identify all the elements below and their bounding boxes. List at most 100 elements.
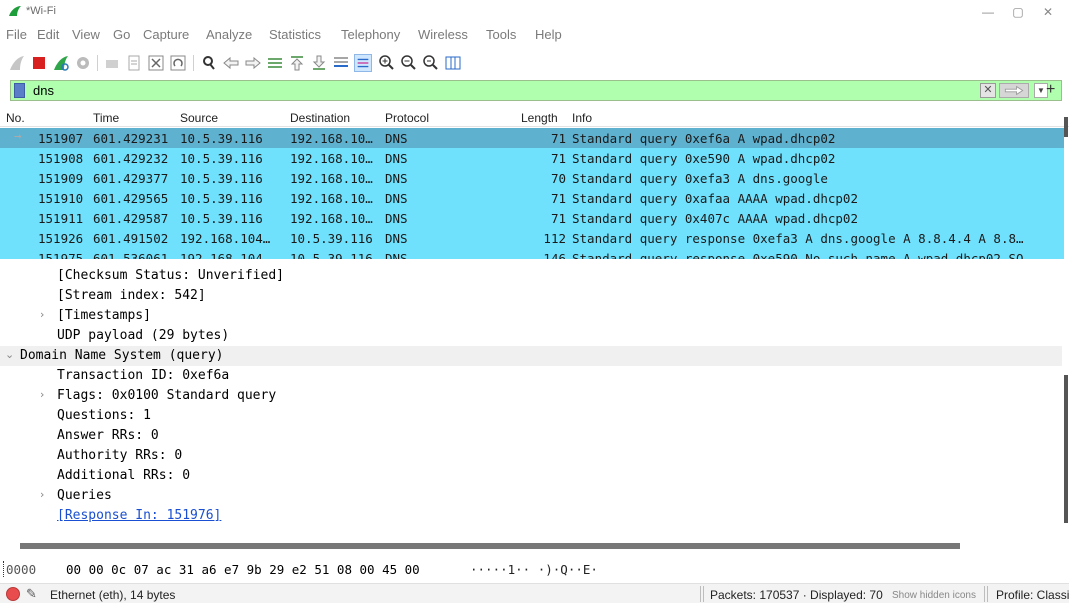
cell-protocol: DNS	[385, 211, 408, 226]
menu-telephony[interactable]: Telephony	[341, 27, 400, 42]
column-header-destination[interactable]: Destination	[290, 111, 350, 125]
menu-tools[interactable]: Tools	[486, 27, 516, 42]
autoscroll-icon[interactable]	[332, 54, 350, 72]
chevron-right-icon[interactable]: ›	[40, 488, 44, 501]
cell-protocol: DNS	[385, 151, 408, 166]
detail-text: [Stream index: 542]	[57, 288, 206, 303]
response-in-link[interactable]: [Response In: 151976]	[57, 508, 221, 523]
cell-no: 151926	[38, 231, 84, 246]
packet-list-scrollbar[interactable]	[1064, 117, 1068, 137]
detail-line[interactable]: Questions: 1	[0, 406, 1062, 426]
chevron-right-icon[interactable]: ›	[40, 388, 44, 401]
menu-help[interactable]: Help	[535, 27, 562, 42]
go-first-packet-icon[interactable]	[288, 54, 306, 72]
detail-line[interactable]: Additional RRs: 0	[0, 466, 1062, 486]
go-back-icon[interactable]	[222, 54, 240, 72]
cell-source: 192.168.104…	[180, 231, 271, 246]
detail-line[interactable]: › Flags: 0x0100 Standard query	[0, 386, 1062, 406]
detail-text: Questions: 1	[57, 408, 151, 423]
resize-columns-icon[interactable]	[444, 54, 462, 72]
hex-bytes[interactable]: 00 00 0c 07 ac 31 a6 e7 9b 29 e2 51 08 0…	[66, 562, 420, 577]
maximize-button[interactable]: ▢	[1008, 4, 1028, 20]
cell-time: 601.429377	[93, 171, 169, 186]
cell-time: 601.491502	[93, 231, 169, 246]
display-filter-input[interactable]: dns	[33, 83, 54, 98]
menu-statistics[interactable]: Statistics	[269, 27, 321, 42]
table-row[interactable]: 151926 601.491502 192.168.104… 10.5.39.1…	[0, 228, 1064, 248]
detail-text: Domain Name System (query)	[20, 348, 224, 363]
clear-filter-button[interactable]: ✕	[980, 83, 996, 98]
cell-no: 151908	[38, 151, 84, 166]
cell-info: Standard query 0xefa3 A dns.google	[572, 171, 828, 186]
add-filter-button[interactable]: +	[1046, 81, 1055, 99]
minimize-button[interactable]: —	[978, 4, 998, 20]
column-header-length[interactable]: Length	[521, 111, 558, 125]
detail-line[interactable]: ⌄ Domain Name System (query)	[0, 346, 1062, 366]
colorize-icon[interactable]	[354, 54, 372, 72]
bookmark-icon[interactable]	[14, 83, 25, 98]
detail-line[interactable]: › Queries	[0, 486, 1062, 506]
show-hidden-icons-link[interactable]: Show hidden icons	[892, 590, 976, 601]
menu-capture[interactable]: Capture	[143, 27, 189, 42]
cell-source: 10.5.39.116	[180, 211, 263, 226]
menu-go[interactable]: Go	[113, 27, 130, 42]
detail-line[interactable]: Answer RRs: 0	[0, 426, 1062, 446]
cell-no: 151909	[38, 171, 84, 186]
cell-time: 601.536061	[93, 251, 169, 259]
shark-fin-start-icon[interactable]	[8, 54, 26, 72]
menu-file[interactable]: File	[6, 27, 27, 42]
edit-comment-icon[interactable]: ✎	[26, 586, 37, 602]
table-row[interactable]: 151975 601.536061 192.168.104… 10.5.39.1…	[0, 248, 1064, 259]
menu-edit[interactable]: Edit	[37, 27, 59, 42]
detail-line[interactable]: [Checksum Status: Unverified]	[0, 266, 1062, 286]
go-forward-icon[interactable]	[244, 54, 262, 72]
table-row[interactable]: 151911 601.429587 10.5.39.116 192.168.10…	[0, 208, 1064, 228]
expert-info-icon[interactable]	[6, 587, 20, 601]
detail-line[interactable]: UDP payload (29 bytes)	[0, 326, 1062, 346]
detail-line[interactable]: Authority RRs: 0	[0, 446, 1062, 466]
profile-selector[interactable]: Profile: Classic	[996, 588, 1069, 602]
column-header-no[interactable]: No.	[6, 111, 25, 125]
chevron-right-icon[interactable]: ›	[40, 308, 44, 321]
cell-source: 10.5.39.116	[180, 191, 263, 206]
zoom-in-icon[interactable]	[378, 54, 396, 72]
zoom-normal-icon[interactable]	[422, 54, 440, 72]
capture-options-icon[interactable]	[74, 54, 92, 72]
hex-ascii[interactable]: ·····1·· ·)·Q··E·	[470, 562, 598, 577]
menu-wireless[interactable]: Wireless	[418, 27, 468, 42]
detail-line[interactable]: [Response In: 151976]	[0, 506, 1062, 526]
detail-text: Transaction ID: 0xef6a	[57, 368, 230, 383]
apply-filter-button[interactable]	[999, 83, 1029, 98]
column-header-protocol[interactable]: Protocol	[385, 111, 429, 125]
save-file-icon[interactable]	[125, 54, 143, 72]
zoom-out-icon[interactable]	[400, 54, 418, 72]
restart-capture-icon[interactable]	[52, 54, 70, 72]
table-row[interactable]: → 151907 601.429231 10.5.39.116 192.168.…	[0, 128, 1064, 148]
cell-no: 151907	[38, 131, 84, 146]
go-to-packet-icon[interactable]	[266, 54, 284, 72]
detail-line[interactable]: › [Timestamps]	[0, 306, 1062, 326]
table-row[interactable]: 151910 601.429565 10.5.39.116 192.168.10…	[0, 188, 1064, 208]
column-header-time[interactable]: Time	[93, 111, 119, 125]
window-title: *Wi-Fi	[26, 5, 56, 17]
horizontal-scrollbar[interactable]	[20, 543, 960, 549]
open-file-icon[interactable]	[103, 54, 121, 72]
status-bar: ✎ Ethernet (eth), 14 bytes Packets: 1705…	[0, 583, 1069, 603]
go-last-packet-icon[interactable]	[310, 54, 328, 72]
detail-line[interactable]: [Stream index: 542]	[0, 286, 1062, 306]
stop-capture-icon[interactable]	[30, 54, 48, 72]
main-toolbar	[0, 46, 1069, 78]
column-header-source[interactable]: Source	[180, 111, 218, 125]
table-row[interactable]: 151909 601.429377 10.5.39.116 192.168.10…	[0, 168, 1064, 188]
details-scrollbar[interactable]	[1064, 375, 1068, 523]
detail-line[interactable]: Transaction ID: 0xef6a	[0, 366, 1062, 386]
chevron-down-icon[interactable]: ⌄	[5, 348, 14, 361]
menu-view[interactable]: View	[72, 27, 100, 42]
find-packet-icon[interactable]	[200, 54, 218, 72]
reload-file-icon[interactable]	[169, 54, 187, 72]
close-button[interactable]: ✕	[1038, 4, 1058, 20]
close-file-icon[interactable]	[147, 54, 165, 72]
column-header-info[interactable]: Info	[572, 111, 592, 125]
menu-analyze[interactable]: Analyze	[206, 27, 252, 42]
table-row[interactable]: 151908 601.429232 10.5.39.116 192.168.10…	[0, 148, 1064, 168]
